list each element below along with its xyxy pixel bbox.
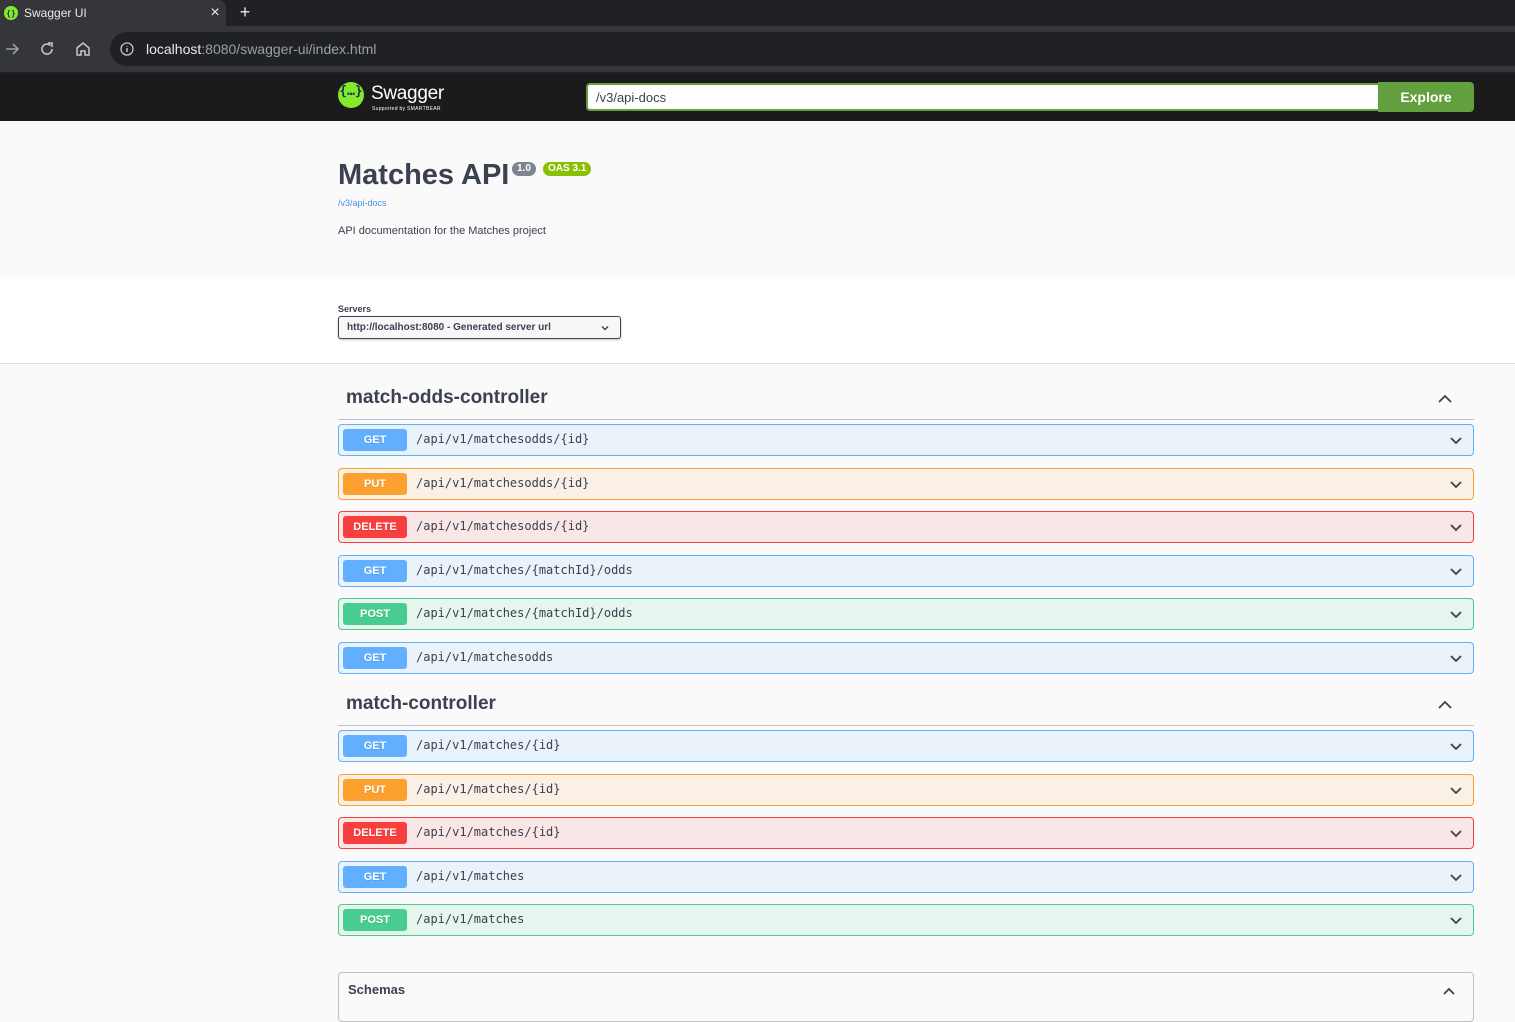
operation-put[interactable]: PUT/api/v1/matchesodds/{id} <box>338 468 1474 500</box>
operation-post[interactable]: POST/api/v1/matches/{matchId}/odds <box>338 598 1474 630</box>
operation-post[interactable]: POST/api/v1/matches <box>338 904 1474 936</box>
method-badge: PUT <box>343 473 407 495</box>
operation-get[interactable]: GET/api/v1/matches <box>338 861 1474 893</box>
schemas-title: Schemas <box>348 982 406 997</box>
api-description: API documentation for the Matches projec… <box>338 225 546 237</box>
chevron-down-icon[interactable] <box>1448 519 1464 535</box>
method-badge: GET <box>343 866 407 888</box>
servers-section: Servers http://localhost:8080 - Generate… <box>0 277 1515 364</box>
new-tab-icon[interactable]: + <box>236 2 254 23</box>
chevron-down-icon[interactable] <box>1448 782 1464 798</box>
chevron-down-icon[interactable] <box>1448 476 1464 492</box>
servers-selected-value: http://localhost:8080 - Generated server… <box>347 322 551 333</box>
method-badge: GET <box>343 647 407 669</box>
version-badge: 1.0 <box>512 162 536 176</box>
chevron-up-icon[interactable] <box>1441 983 1457 999</box>
method-badge: POST <box>343 603 407 625</box>
servers-label: Servers <box>338 304 372 314</box>
method-badge: DELETE <box>343 516 407 538</box>
url-host: localhost <box>146 41 202 57</box>
api-info: Matches API 1.0 OAS 3.1 /v3/api-docs API… <box>0 121 1515 277</box>
method-badge: GET <box>343 429 407 451</box>
close-tab-icon[interactable]: × <box>204 4 226 22</box>
svg-text:{}: {} <box>6 9 16 18</box>
swagger-logo[interactable]: {…} Swagger Supported by SMARTBEAR <box>338 81 458 115</box>
method-badge: GET <box>343 735 407 757</box>
method-badge: POST <box>343 909 407 931</box>
tag-header-match-odds-controller[interactable]: match-odds-controller <box>338 364 1474 420</box>
tab-title: Swagger UI <box>24 6 87 20</box>
logo-text: Swagger <box>371 83 444 104</box>
chevron-down-icon[interactable] <box>1448 738 1464 754</box>
schemas-section[interactable]: Schemas <box>338 972 1474 1022</box>
operation-get[interactable]: GET/api/v1/matchesodds/{id} <box>338 424 1474 456</box>
chevron-down-icon[interactable] <box>1448 432 1464 448</box>
operation-path: /api/v1/matches/{id} <box>416 782 561 796</box>
forward-icon[interactable] <box>3 40 21 58</box>
chevron-down-icon[interactable] <box>1448 912 1464 928</box>
tag-header-match-controller[interactable]: match-controller <box>338 670 1474 726</box>
logo-subtext: Supported by SMARTBEAR <box>372 106 441 112</box>
method-badge: DELETE <box>343 822 407 844</box>
chevron-down-icon[interactable] <box>1448 650 1464 666</box>
operation-put[interactable]: PUT/api/v1/matches/{id} <box>338 774 1474 806</box>
swagger-topbar: {…} Swagger Supported by SMARTBEAR Explo… <box>0 73 1515 121</box>
chevron-down-icon[interactable] <box>1448 869 1464 885</box>
operation-delete[interactable]: DELETE/api/v1/matches/{id} <box>338 817 1474 849</box>
operation-path: /api/v1/matches/{matchId}/odds <box>416 563 633 577</box>
operation-path: /api/v1/matchesodds <box>416 650 554 664</box>
tag-name: match-controller <box>346 693 496 714</box>
chevron-up-icon[interactable] <box>1436 696 1454 714</box>
chevron-up-icon[interactable] <box>1436 390 1454 408</box>
operation-path: /api/v1/matches/{id} <box>416 825 561 839</box>
method-badge: GET <box>343 560 407 582</box>
page-title: Matches API <box>338 159 510 191</box>
operation-path: /api/v1/matchesodds/{id} <box>416 432 590 446</box>
site-info-icon[interactable] <box>120 42 134 56</box>
operation-get[interactable]: GET/api/v1/matches/{id} <box>338 730 1474 762</box>
operation-get[interactable]: GET/api/v1/matches/{matchId}/odds <box>338 555 1474 587</box>
chevron-down-icon <box>601 326 609 331</box>
explore-button[interactable]: Explore <box>1378 82 1474 112</box>
url-path: :8080/swagger-ui/index.html <box>201 41 377 57</box>
chevron-down-icon[interactable] <box>1448 825 1464 841</box>
tag-name: match-odds-controller <box>346 387 548 408</box>
oas-badge: OAS 3.1 <box>543 162 592 176</box>
method-badge: PUT <box>343 779 407 801</box>
servers-select[interactable]: http://localhost:8080 - Generated server… <box>338 316 621 339</box>
swagger-favicon-icon: {} <box>4 6 18 20</box>
reload-icon[interactable] <box>38 40 56 58</box>
operation-delete[interactable]: DELETE/api/v1/matchesodds/{id} <box>338 511 1474 543</box>
browser-tab-bar: {} Swagger UI × + <box>0 0 1515 26</box>
operation-path: /api/v1/matches/{matchId}/odds <box>416 606 633 620</box>
operation-path: /api/v1/matches <box>416 912 525 926</box>
browser-tab[interactable]: {} Swagger UI × <box>0 0 226 26</box>
operation-path: /api/v1/matchesodds/{id} <box>416 476 590 490</box>
home-icon[interactable] <box>74 40 92 58</box>
spec-link[interactable]: /v3/api-docs <box>338 198 387 208</box>
chevron-down-icon[interactable] <box>1448 563 1464 579</box>
browser-toolbar: localhost:8080/swagger-ui/index.html <box>0 26 1515 73</box>
spec-url-input[interactable] <box>586 83 1378 111</box>
operation-path: /api/v1/matchesodds/{id} <box>416 519 590 533</box>
chevron-down-icon[interactable] <box>1448 606 1464 622</box>
address-bar[interactable]: localhost:8080/swagger-ui/index.html <box>110 32 1515 66</box>
operation-path: /api/v1/matches/{id} <box>416 738 561 752</box>
operation-path: /api/v1/matches <box>416 869 525 883</box>
